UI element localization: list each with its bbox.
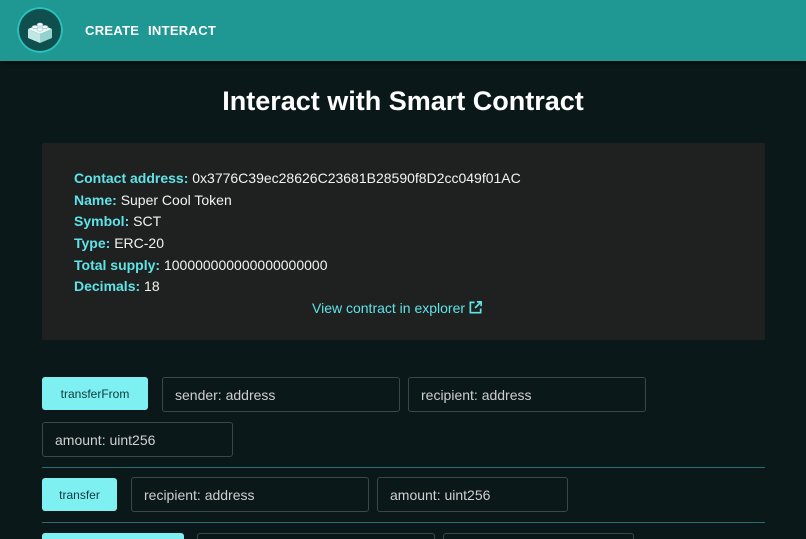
contract-info-card: Contact address: 0x3776C39ec28626C23681B… bbox=[42, 143, 765, 340]
next-function-param-input[interactable] bbox=[197, 533, 435, 539]
contract-symbol-row: Symbol: SCT bbox=[74, 213, 161, 230]
decimals-label: Decimals: bbox=[74, 278, 141, 294]
function-divider bbox=[42, 467, 765, 468]
contract-name-value: Super Cool Token bbox=[120, 192, 232, 208]
total-supply-value: 100000000000000000000 bbox=[163, 257, 328, 273]
function-divider bbox=[42, 522, 765, 523]
transfer-recipient-input[interactable] bbox=[131, 477, 369, 512]
transfer-button[interactable]: transfer bbox=[42, 478, 117, 511]
total-supply-row: Total supply: 100000000000000000000 bbox=[74, 257, 327, 274]
contract-address-label: Contact address: bbox=[74, 170, 189, 186]
page-title: Interact with Smart Contract bbox=[222, 86, 584, 116]
external-link-icon bbox=[469, 301, 483, 314]
contract-type-row: Type: ERC-20 bbox=[74, 235, 164, 252]
contract-name-row: Name: Super Cool Token bbox=[74, 192, 232, 209]
contract-name-label: Name: bbox=[74, 192, 117, 208]
view-in-explorer-link[interactable]: View contract in explorer bbox=[312, 300, 483, 316]
contract-address-value: 0x3776C39ec28626C23681B28590f8D2cc049f01… bbox=[192, 170, 521, 186]
contract-symbol-label: Symbol: bbox=[74, 213, 130, 229]
transferfrom-sender-input[interactable] bbox=[162, 377, 400, 412]
next-function-param-input[interactable] bbox=[443, 533, 634, 539]
nav-create-link[interactable]: CREATE bbox=[85, 23, 139, 38]
total-supply-label: Total supply: bbox=[74, 257, 161, 273]
contract-type-value: ERC-20 bbox=[114, 235, 164, 251]
nav-interact-link[interactable]: INTERACT bbox=[148, 23, 216, 38]
top-navbar: CREATE INTERACT bbox=[0, 0, 806, 61]
contract-address-row: Contact address: 0x3776C39ec28626C23681B… bbox=[74, 170, 521, 187]
contract-type-label: Type: bbox=[74, 235, 111, 251]
transfer-amount-input[interactable] bbox=[377, 477, 568, 512]
app-logo[interactable] bbox=[17, 7, 63, 53]
contract-symbol-value: SCT bbox=[133, 213, 162, 229]
transferfrom-amount-input[interactable] bbox=[42, 422, 233, 457]
transferfrom-recipient-input[interactable] bbox=[408, 377, 646, 412]
next-function-button[interactable] bbox=[42, 533, 184, 539]
decimals-value: 18 bbox=[144, 278, 160, 294]
lego-brick-icon bbox=[28, 22, 52, 43]
transferfrom-button[interactable]: transferFrom bbox=[42, 377, 148, 410]
decimals-row: Decimals: 18 bbox=[74, 278, 160, 295]
explorer-link-label: View contract in explorer bbox=[312, 300, 466, 316]
